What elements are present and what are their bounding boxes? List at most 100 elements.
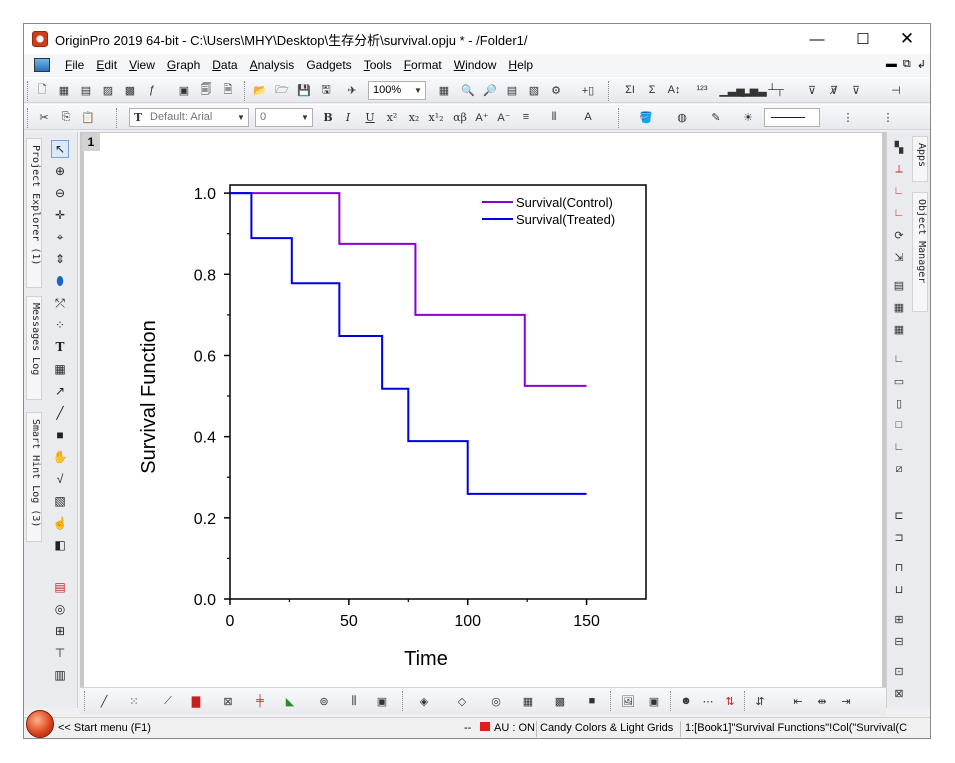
tab-smart-hint-log[interactable]: Smart Hint Log (3) [26, 412, 42, 542]
merge-graphs-icon[interactable]: ▤ [890, 276, 908, 294]
new-matrix-icon[interactable]: ▩ [122, 82, 138, 98]
add-column-icon[interactable]: +▯ [580, 82, 596, 98]
add-top-axis-icon[interactable]: ∟ [890, 182, 908, 200]
insert-video-icon[interactable]: ▣ [646, 693, 662, 709]
rescale-icon[interactable]: ⟳ [890, 226, 908, 244]
reapply-filter-icon[interactable]: ⊽ [848, 82, 864, 98]
superscript-icon[interactable]: x² [384, 109, 400, 125]
object-right-icon[interactable]: ⇥ [838, 693, 854, 709]
open-icon[interactable]: 📂 [252, 82, 268, 98]
axis-all-icon[interactable]: □ [890, 416, 908, 434]
distribute-horizontal-icon[interactable]: ⊞ [890, 610, 908, 628]
paste-icon[interactable]: 📋 [80, 109, 96, 125]
arrange-layers-icon[interactable]: ▦ [890, 298, 908, 316]
code-builder-icon[interactable]: ⚙ [548, 82, 564, 98]
results-log-icon[interactable]: ▤ [504, 82, 520, 98]
toolbar-grip[interactable] [27, 81, 29, 101]
contour-icon[interactable]: ▦ [520, 693, 536, 709]
line-style-combobox[interactable] [764, 108, 820, 127]
stock-plot-icon[interactable]: ⫼ [346, 693, 362, 709]
zoom-in-icon[interactable]: ⊕ [51, 162, 69, 180]
font-dropdown-arrow-icon[interactable]: ▼ [237, 113, 245, 122]
data-connector-icon[interactable]: 🔍 [460, 82, 476, 98]
rectangle-tool-icon[interactable]: ■ [51, 426, 69, 444]
new-code-icon[interactable]: 🗎 [220, 82, 236, 98]
new-layout-icon[interactable]: ▣ [176, 82, 192, 98]
menu-analysis[interactable]: Analysis [244, 58, 301, 72]
cut-icon[interactable]: ✂ [36, 109, 52, 125]
add-layer-icon[interactable]: ▚ [890, 138, 908, 156]
move-front-icon[interactable]: ⇅ [722, 693, 738, 709]
image-plot-icon[interactable]: ■ [584, 693, 600, 709]
column-plot-icon[interactable]: ▇ [188, 693, 204, 709]
run-icon[interactable]: ✈ [344, 82, 360, 98]
menu-data[interactable]: Data [206, 58, 243, 72]
axis-frame-icon[interactable]: ▭ [890, 372, 908, 390]
object-3d-icon[interactable]: ◧ [51, 536, 69, 554]
extract-layers-icon[interactable]: ⇲ [890, 248, 908, 266]
menu-gadgets[interactable]: Gadgets [300, 58, 357, 72]
subscript-icon[interactable]: x₂ [406, 109, 422, 125]
area-plot-icon[interactable]: ◣ [282, 693, 298, 709]
axis-box-icon[interactable]: ▯ [890, 394, 908, 412]
template-library-icon[interactable]: ▣ [374, 693, 390, 709]
greek-icon[interactable]: αβ [452, 109, 468, 125]
tab-object-manager[interactable]: Object Manager [912, 192, 928, 312]
command-window-icon[interactable]: ▧ [526, 82, 542, 98]
column-separator-icon[interactable]: ⫴ [546, 109, 562, 125]
same-size-icon[interactable]: ⊡ [890, 662, 908, 680]
filter-icon[interactable]: ⊽ [804, 82, 820, 98]
object-center-icon[interactable]: ⇹ [814, 693, 830, 709]
supsub-icon[interactable]: x¹₂ [428, 109, 444, 125]
3d-scatter-icon[interactable]: ◎ [488, 693, 504, 709]
align-bottom-icon[interactable]: ⊔ [890, 580, 908, 598]
line-plot-icon[interactable]: ╱ [96, 693, 112, 709]
start-button-icon[interactable] [26, 710, 54, 738]
move-object-icon[interactable]: ☝ [51, 514, 69, 532]
data-selector-icon[interactable]: ⬮ [51, 272, 69, 290]
import-data-icon[interactable]: ▦ [436, 82, 452, 98]
screen-reader-icon[interactable]: ✛ [51, 206, 69, 224]
font-color-icon[interactable]: A [580, 109, 596, 125]
same-width-icon[interactable]: ⊠ [890, 684, 908, 702]
line-tool-icon[interactable]: ╱ [51, 404, 69, 422]
decrease-font-icon[interactable]: A⁻ [496, 109, 512, 125]
pan-icon[interactable]: ✋ [51, 448, 69, 466]
start-menu-hint[interactable]: << Start menu (F1) [58, 722, 151, 734]
increase-font-icon[interactable]: A⁺ [474, 109, 490, 125]
menu-tools[interactable]: Tools [358, 58, 398, 72]
bold-icon[interactable]: B [320, 109, 336, 125]
italic-icon[interactable]: I [340, 109, 356, 125]
size-dropdown-arrow-icon[interactable]: ▼ [301, 113, 309, 122]
group-icon[interactable]: ⋯ [700, 693, 716, 709]
menu-edit[interactable]: Edit [90, 58, 123, 72]
layer-tool-icon[interactable]: ⊞ [51, 622, 69, 640]
close-button[interactable]: ✕ [884, 24, 930, 54]
line-width-icon[interactable]: ☀ [740, 109, 756, 125]
mdi-minimize-icon[interactable]: ▬ [886, 58, 897, 71]
zoom-out-icon[interactable]: ⊖ [51, 184, 69, 202]
menu-window[interactable]: Window [448, 58, 503, 72]
save-template-icon[interactable]: 🖫 [318, 82, 334, 98]
new-excel-icon[interactable]: ▤ [78, 82, 94, 98]
document-window-icon[interactable] [34, 58, 50, 72]
open-template-icon[interactable]: 🗁 [274, 82, 290, 98]
tab-project-explorer[interactable]: Project Explorer (1) [26, 138, 42, 288]
axis-left-bottom-icon[interactable]: ∟ [890, 350, 908, 368]
menu-format[interactable]: Format [398, 58, 448, 72]
arrow-tool-icon[interactable]: ↗ [51, 382, 69, 400]
distribute-vertical-icon[interactable]: ⊟ [890, 632, 908, 650]
draw-data-icon[interactable]: ⁘ [51, 316, 69, 334]
fill-color-icon[interactable]: 🪣 [638, 109, 654, 125]
underline-icon[interactable]: U [362, 109, 378, 125]
sort-icon[interactable]: A↕ [666, 82, 682, 98]
text-tool-icon[interactable]: T [51, 338, 69, 356]
move-back-icon[interactable]: ⇵ [752, 693, 768, 709]
statistics-on-rows-icon[interactable]: Σ [644, 82, 660, 98]
minimize-button[interactable]: — [794, 24, 840, 54]
survival-chart[interactable]: 0 50 100 150 0.0 0.2 0.4 0.6 0.8 1.0 Time Survival … [84, 133, 882, 687]
new-workbook-icon[interactable]: ▦ [56, 82, 72, 98]
object-left-icon[interactable]: ⇤ [790, 693, 806, 709]
toolbar-grip[interactable] [84, 691, 86, 711]
3d-surface-icon[interactable]: ◈ [416, 693, 432, 709]
